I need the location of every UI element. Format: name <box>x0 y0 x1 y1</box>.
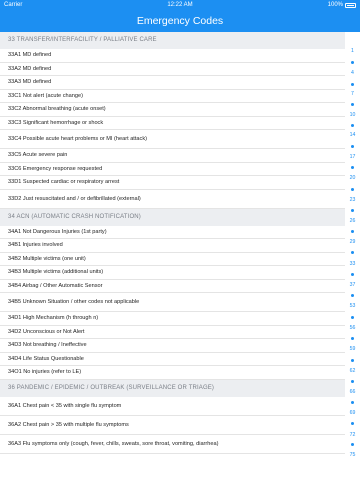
battery-icon <box>345 3 356 8</box>
index-dot-icon[interactable] <box>351 103 354 106</box>
code-row[interactable]: 36A2 Chest pain > 35 with multiple flu s… <box>0 416 345 435</box>
navigation-bar: Emergency Codes <box>0 10 360 32</box>
index-dot-icon[interactable] <box>351 209 354 212</box>
index-item[interactable]: 56 <box>345 325 360 331</box>
index-item[interactable]: 10 <box>345 112 360 118</box>
index-dot-icon[interactable] <box>351 359 354 362</box>
index-dot-icon[interactable] <box>351 294 354 297</box>
index-item[interactable]: 23 <box>345 197 360 203</box>
index-item[interactable]: 4 <box>345 70 360 76</box>
index-dot-icon[interactable] <box>351 380 354 383</box>
code-row[interactable]: 34B5 Unknown Situation / other codes not… <box>0 293 345 312</box>
index-dot-icon[interactable] <box>351 83 354 86</box>
code-row[interactable]: 34A1 Not Dangerous Injuries (1st party) <box>0 226 345 239</box>
code-row[interactable]: 33A1 MD defined <box>0 49 345 63</box>
section-header-33: 33 TRANSFER/INTERFACILITY / PALLIATIVE C… <box>0 32 345 49</box>
index-item[interactable]: 72 <box>345 432 360 438</box>
index-item[interactable]: 29 <box>345 239 360 245</box>
index-dot-icon[interactable] <box>351 230 354 233</box>
clock: 12:22 AM <box>167 2 193 8</box>
code-row[interactable]: 33C4 Possible acute heart problems or MI… <box>0 130 345 149</box>
section-index-bar[interactable]: 1 4 7 10 14 17 20 23 26 29 33 37 53 56 5… <box>345 42 360 480</box>
code-row[interactable]: 36A1 Chest pain < 35 with single flu sym… <box>0 397 345 416</box>
index-dot-icon[interactable] <box>351 188 354 191</box>
index-dot-icon[interactable] <box>351 61 354 64</box>
code-row[interactable]: 33C2 Abnormal breathing (acute onset) <box>0 103 345 117</box>
index-dot-icon[interactable] <box>351 337 354 340</box>
code-row[interactable]: 33C3 Significant hemorrhage or shock <box>0 117 345 130</box>
index-dot-icon[interactable] <box>351 443 354 446</box>
code-row[interactable]: 34D3 Not breathing / Ineffective <box>0 339 345 353</box>
index-dot-icon[interactable] <box>351 316 354 319</box>
index-item[interactable]: 53 <box>345 303 360 309</box>
code-row[interactable]: 33C5 Acute severe pain <box>0 149 345 163</box>
code-row[interactable]: 33C1 Not alert (acute change) <box>0 90 345 103</box>
index-item[interactable]: 17 <box>345 154 360 160</box>
code-row[interactable]: 34O1 No injuries (refer to LE) <box>0 366 345 380</box>
index-item[interactable]: 37 <box>345 282 360 288</box>
code-row[interactable]: 34B3 Multiple victims (additional units) <box>0 266 345 280</box>
code-row[interactable]: 33A3 MD defined <box>0 76 345 90</box>
index-dot-icon[interactable] <box>351 422 354 425</box>
section-header-36: 36 PANDEMIC / EPIDEMIC / OUTBREAK (SURVE… <box>0 379 345 397</box>
index-item[interactable]: 14 <box>345 132 360 138</box>
code-row[interactable]: 34B2 Multiple victims (one unit) <box>0 253 345 266</box>
index-dot-icon[interactable] <box>351 124 354 127</box>
code-row[interactable]: 33A2 MD defined <box>0 63 345 76</box>
code-row[interactable]: 36A3 Flu symptoms only (cough, fever, ch… <box>0 435 345 454</box>
index-item[interactable]: 66 <box>345 389 360 395</box>
page-title: Emergency Codes <box>136 15 224 27</box>
code-row[interactable]: 34D4 Life Status Questionable <box>0 353 345 366</box>
index-item[interactable]: 20 <box>345 175 360 181</box>
code-row[interactable]: 33D2 Just resuscitated and / or defibril… <box>0 190 345 209</box>
code-row[interactable]: 33D1 Suspected cardiac or respiratory ar… <box>0 176 345 190</box>
index-item[interactable]: 33 <box>345 261 360 267</box>
index-dot-icon[interactable] <box>351 273 354 276</box>
status-bar: Carrier 12:22 AM 100% <box>0 0 360 10</box>
code-row[interactable]: 33C6 Emergency response requested <box>0 163 345 176</box>
index-dot-icon[interactable] <box>351 166 354 169</box>
index-item[interactable]: 59 <box>345 346 360 352</box>
codes-table[interactable]: 33 TRANSFER/INTERFACILITY / PALLIATIVE C… <box>0 32 345 480</box>
index-item[interactable]: 7 <box>345 91 360 97</box>
index-dot-icon[interactable] <box>351 251 354 254</box>
battery-percent: 100% <box>327 2 343 8</box>
index-item[interactable]: 1 <box>345 48 360 54</box>
code-row[interactable]: 34B1 Injuries involved <box>0 239 345 253</box>
code-row[interactable]: 34D2 Unconscious or Not Alert <box>0 326 345 339</box>
index-dot-icon[interactable] <box>351 145 354 148</box>
code-row[interactable]: 34B4 Airbag / Other Automatic Sensor <box>0 280 345 293</box>
index-item[interactable]: 62 <box>345 368 360 374</box>
code-row[interactable]: 34D1 High Mechanism (h through n) <box>0 312 345 326</box>
index-item[interactable]: 69 <box>345 410 360 416</box>
section-header-34: 34 ACN (AUTOMATIC CRASH NOTIFICATION) <box>0 208 345 226</box>
index-item[interactable]: 26 <box>345 218 360 224</box>
index-dot-icon[interactable] <box>351 401 354 404</box>
index-item[interactable]: 75 <box>345 452 360 458</box>
